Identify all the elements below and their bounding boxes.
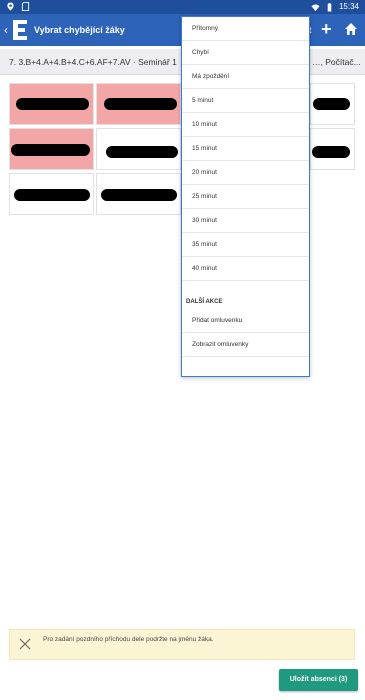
menu-item-35-min[interactable]: 35 minut — [182, 233, 309, 257]
menu-item-label: 40 minut — [192, 265, 217, 272]
menu-item-label: Zobrazit omluvenky — [192, 341, 249, 348]
status-time: 15:34 — [338, 2, 359, 11]
student-cell[interactable] — [96, 128, 181, 170]
sd-card-icon — [21, 2, 30, 11]
student-cell[interactable] — [9, 83, 94, 125]
menu-item-label: Přidat omluvenku — [192, 317, 243, 324]
menu-item-show-excuses[interactable]: Zobrazit omluvenky — [182, 333, 309, 357]
menu-item-label: 25 minut — [192, 193, 217, 200]
menu-item-add-excuse[interactable]: Přidat omluvenku — [182, 309, 309, 333]
menu-item-40-min[interactable]: 40 minut — [182, 257, 309, 281]
menu-item-label: Chybí — [192, 49, 209, 56]
menu-item-5-min[interactable]: 5 minut — [182, 89, 309, 113]
home-icon[interactable] — [344, 22, 358, 36]
menu-section-title: DALŠÍ AKCE — [186, 299, 223, 305]
student-cell[interactable] — [310, 83, 355, 125]
hint-banner: Pro zadání pozdního příchodu dele podržt… — [9, 629, 355, 660]
add-button[interactable]: + — [321, 19, 332, 39]
menu-item-absent[interactable]: Chybí — [182, 41, 309, 65]
lesson-title-tail: …, Počítač... — [312, 57, 361, 67]
menu-item-label: 15 minut — [192, 145, 217, 152]
attendance-menu: Přítomný Chybí Má zpoždění 5 minut 10 mi… — [181, 16, 310, 377]
page-title: Vybrat chybějící žáky — [34, 25, 125, 35]
menu-item-late[interactable]: Má zpoždění — [182, 65, 309, 89]
save-absence-button[interactable]: Uložit absenci (3) — [279, 669, 358, 691]
redacted-name — [11, 144, 90, 156]
student-cell[interactable] — [9, 128, 94, 170]
menu-item-label: 10 minut — [192, 121, 217, 128]
redacted-name — [106, 146, 178, 158]
app-logo — [13, 20, 27, 40]
menu-item-label: 20 minut — [192, 169, 217, 176]
redacted-name — [101, 189, 177, 201]
student-cell[interactable] — [96, 83, 181, 125]
back-button[interactable]: ‹ — [4, 23, 8, 37]
student-cell[interactable] — [9, 173, 94, 215]
menu-item-present[interactable]: Přítomný — [182, 17, 309, 41]
menu-item-label: 35 minut — [192, 241, 217, 248]
redacted-name — [104, 98, 177, 110]
location-icon — [7, 2, 14, 11]
menu-item-30-min[interactable]: 30 minut — [182, 209, 309, 233]
menu-item-label: 30 minut — [192, 217, 217, 224]
redacted-name — [313, 98, 350, 110]
redacted-name — [16, 98, 89, 110]
hint-text: Pro zadání pozdního příchodu dele podržt… — [43, 636, 214, 643]
redacted-name — [14, 189, 90, 201]
menu-item-20-min[interactable]: 20 minut — [182, 161, 309, 185]
menu-item-label: 5 minut — [192, 97, 214, 104]
battery-icon — [327, 2, 332, 12]
menu-item-15-min[interactable]: 15 minut — [182, 137, 309, 161]
menu-item-label: Přítomný — [192, 25, 219, 32]
menu-item-10-min[interactable]: 10 minut — [182, 113, 309, 137]
redacted-name — [312, 146, 350, 158]
close-icon[interactable] — [18, 637, 32, 651]
student-cell[interactable] — [96, 173, 181, 215]
student-cell[interactable] — [310, 128, 355, 170]
wifi-icon — [311, 3, 320, 11]
menu-item-25-min[interactable]: 25 minut — [182, 185, 309, 209]
lesson-title: 7. 3.B+4.A+4.B+4.C+6.AF+7.AV · Seminář 1 — [9, 57, 177, 67]
menu-item-label: Má zpoždění — [192, 73, 230, 80]
status-bar: 15:34 — [0, 0, 365, 14]
